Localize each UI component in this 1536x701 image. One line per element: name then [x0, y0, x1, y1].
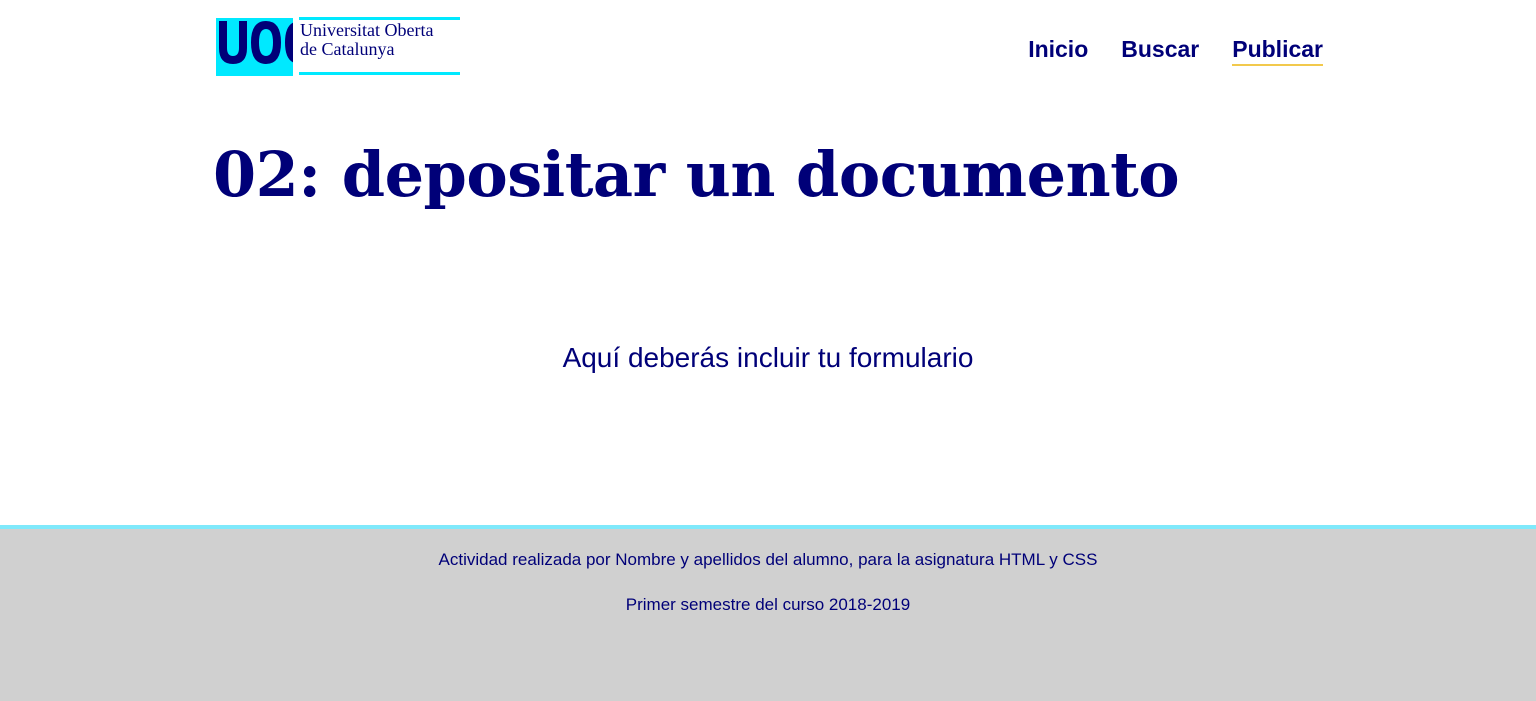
site-header: Universitat Oberta de Catalunya Inicio B… [0, 0, 1536, 100]
logo-wordmark: Universitat Oberta de Catalunya [300, 21, 433, 59]
uoc-logo-mark [216, 18, 293, 76]
logo-line-2: de Catalunya [300, 39, 395, 59]
nav-link-inicio[interactable]: Inicio [1028, 34, 1088, 66]
uoc-logo[interactable]: Universitat Oberta de Catalunya [216, 17, 460, 77]
nav-link-publicar[interactable]: Publicar [1232, 34, 1323, 66]
page: Universitat Oberta de Catalunya Inicio B… [0, 0, 1536, 701]
logo-line-1: Universitat Oberta [300, 20, 434, 40]
nav-link-buscar[interactable]: Buscar [1121, 34, 1199, 66]
logo-bottom-rule [299, 72, 460, 75]
main-nav: Inicio Buscar Publicar [1028, 34, 1323, 66]
site-footer: Actividad realizada por Nombre y apellid… [0, 525, 1536, 701]
footer-credit: Actividad realizada por Nombre y apellid… [438, 550, 1098, 569]
footer-semester: Primer semestre del curso 2018-2019 [625, 595, 911, 614]
form-placeholder: Aquí deberás incluir tu formulario [562, 342, 974, 373]
page-title: 02: depositar un documento [213, 138, 1180, 211]
